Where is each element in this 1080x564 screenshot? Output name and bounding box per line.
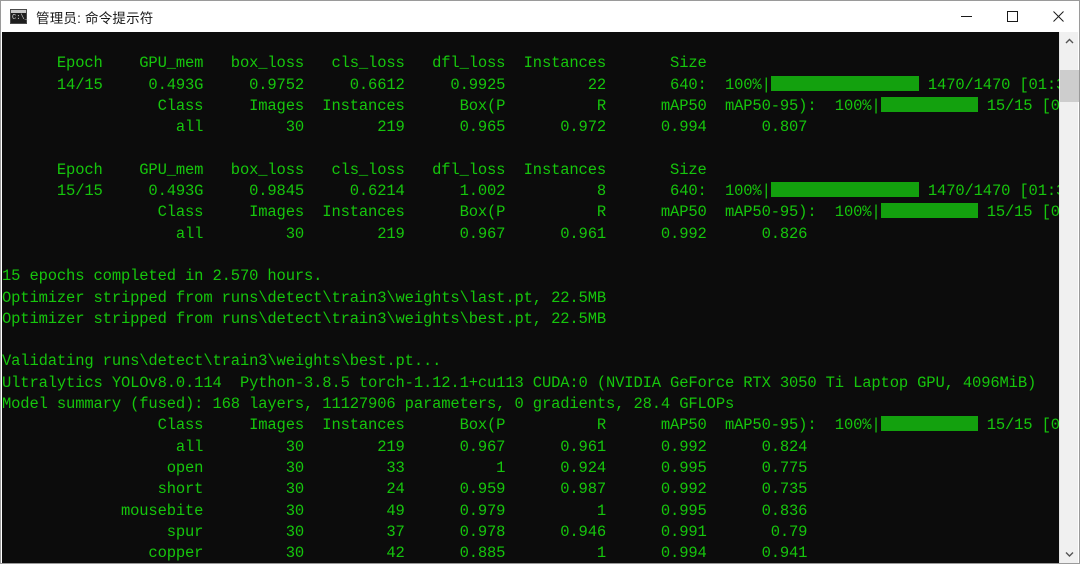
console-line: open 30 33 1 0.924 0.995 0.775 [2, 458, 1061, 479]
scrollbar-track[interactable] [1060, 51, 1079, 545]
console-line-text: all 30 219 0.967 0.961 0.992 0.824 [2, 437, 808, 456]
console-line: Validating runs\detect\train3\weights\be… [2, 351, 1061, 372]
console-line-text: 15/15 0.493G 0.9845 0.6214 1.002 8 640: … [2, 182, 771, 201]
console-line-text: Epoch GPU_mem box_loss cls_loss dfl_loss… [2, 54, 707, 73]
console-line-text: mousebite 30 49 0.979 1 0.995 0.836 [2, 501, 808, 520]
scrollbar-thumb[interactable] [1060, 70, 1079, 102]
progress-bar [770, 75, 919, 91]
console-line: short 30 24 0.959 0.987 0.992 0.735 [2, 479, 1061, 500]
console-output-area[interactable]: Epoch GPU_mem box_loss cls_loss dfl_loss… [2, 32, 1061, 563]
console-line-text: spur 30 37 0.978 0.946 0.991 0.79 [2, 522, 808, 541]
progress-bar [880, 203, 978, 219]
window-titlebar[interactable]: C:\_ 管理员: 命令提示符 [1, 1, 1079, 32]
progress-bar [770, 182, 919, 198]
console-line-text: Class Images Instances Box(P R mAP50 mAP… [2, 203, 881, 222]
progress-bar-label: 1470/1470 [01:36<00:00, [927, 75, 1061, 94]
chevron-up-icon[interactable] [1060, 32, 1079, 51]
console-line-text: Optimizer stripped from runs\detect\trai… [2, 309, 607, 328]
console-line: all 30 219 0.967 0.961 0.992 0.824 [2, 437, 1061, 458]
progress-bar-label: 15/15 [00:00 [986, 96, 1061, 115]
console-line-text: Validating runs\detect\train3\weights\be… [2, 352, 442, 371]
cmd-icon: C:\_ [10, 8, 29, 25]
console-line: Optimizer stripped from runs\detect\trai… [2, 288, 1061, 309]
chevron-down-icon[interactable] [1060, 545, 1079, 563]
console-line-text: Class Images Instances Box(P R mAP50 mAP… [2, 96, 881, 115]
console-line: spur 30 37 0.978 0.946 0.991 0.79 [2, 522, 1061, 543]
window-title: 管理员: 命令提示符 [36, 10, 154, 26]
console-line: all 30 219 0.965 0.972 0.994 0.807 [2, 117, 1061, 138]
console-line-text: 14/15 0.493G 0.9752 0.6612 0.9925 22 640… [2, 75, 771, 94]
progress-bar-label: 15/15 [00:00 [986, 416, 1061, 435]
console-line-text: Model summary (fused): 168 layers, 11127… [2, 395, 735, 414]
progress-bar-label: 1470/1470 [01:37<00:00, [927, 182, 1061, 201]
progress-bar-label: 15/15 [00:00 [986, 203, 1061, 222]
console-line-text: copper 30 42 0.885 1 0.994 0.941 [2, 544, 808, 563]
console-line: 15/15 0.493G 0.9845 0.6214 1.002 8 640: … [2, 181, 1061, 202]
console-line: Epoch GPU_mem box_loss cls_loss dfl_loss… [2, 160, 1061, 181]
console-line: copper 30 42 0.885 1 0.994 0.941 [2, 543, 1061, 563]
progress-bar [880, 96, 978, 112]
console-line-text: Class Images Instances Box(P R mAP50 mAP… [2, 416, 881, 435]
command-prompt-window: C:\_ 管理员: 命令提示符 Epoch GPU_mem box_loss c… [0, 0, 1080, 564]
console-line: all 30 219 0.967 0.961 0.992 0.826 [2, 224, 1061, 245]
console-line: Class Images Instances Box(P R mAP50 mAP… [2, 415, 1061, 436]
minimize-button[interactable] [943, 1, 989, 32]
close-button[interactable] [1035, 1, 1079, 32]
console-text: Epoch GPU_mem box_loss cls_loss dfl_loss… [2, 32, 1061, 563]
window-controls [943, 1, 1079, 32]
progress-bar [880, 416, 978, 432]
console-line: Ultralytics YOLOv8.0.114 Python-3.8.5 to… [2, 373, 1061, 394]
console-line: Epoch GPU_mem box_loss cls_loss dfl_loss… [2, 53, 1061, 74]
console-line: Model summary (fused): 168 layers, 11127… [2, 394, 1061, 415]
console-line: Optimizer stripped from runs\detect\trai… [2, 309, 1061, 330]
console-line-text: short 30 24 0.959 0.987 0.992 0.735 [2, 480, 808, 499]
console-line-text: 15 epochs completed in 2.570 hours. [2, 267, 323, 286]
console-line: mousebite 30 49 0.979 1 0.995 0.836 [2, 501, 1061, 522]
console-line-text: Epoch GPU_mem box_loss cls_loss dfl_loss… [2, 160, 707, 179]
console-line: 14/15 0.493G 0.9752 0.6612 0.9925 22 640… [2, 75, 1061, 96]
console-line-text: Optimizer stripped from runs\detect\trai… [2, 288, 607, 307]
console-line-text: Ultralytics YOLOv8.0.114 Python-3.8.5 to… [2, 373, 1037, 392]
console-line-text: open 30 33 1 0.924 0.995 0.775 [2, 458, 808, 477]
console-line: Class Images Instances Box(P R mAP50 mAP… [2, 202, 1061, 223]
vertical-scrollbar[interactable] [1059, 32, 1079, 563]
console-line: Class Images Instances Box(P R mAP50 mAP… [2, 96, 1061, 117]
console-line: 15 epochs completed in 2.570 hours. [2, 266, 1061, 287]
maximize-button[interactable] [989, 1, 1035, 32]
console-line-text: all 30 219 0.965 0.972 0.994 0.807 [2, 118, 808, 137]
console-line-text: all 30 219 0.967 0.961 0.992 0.826 [2, 224, 808, 243]
